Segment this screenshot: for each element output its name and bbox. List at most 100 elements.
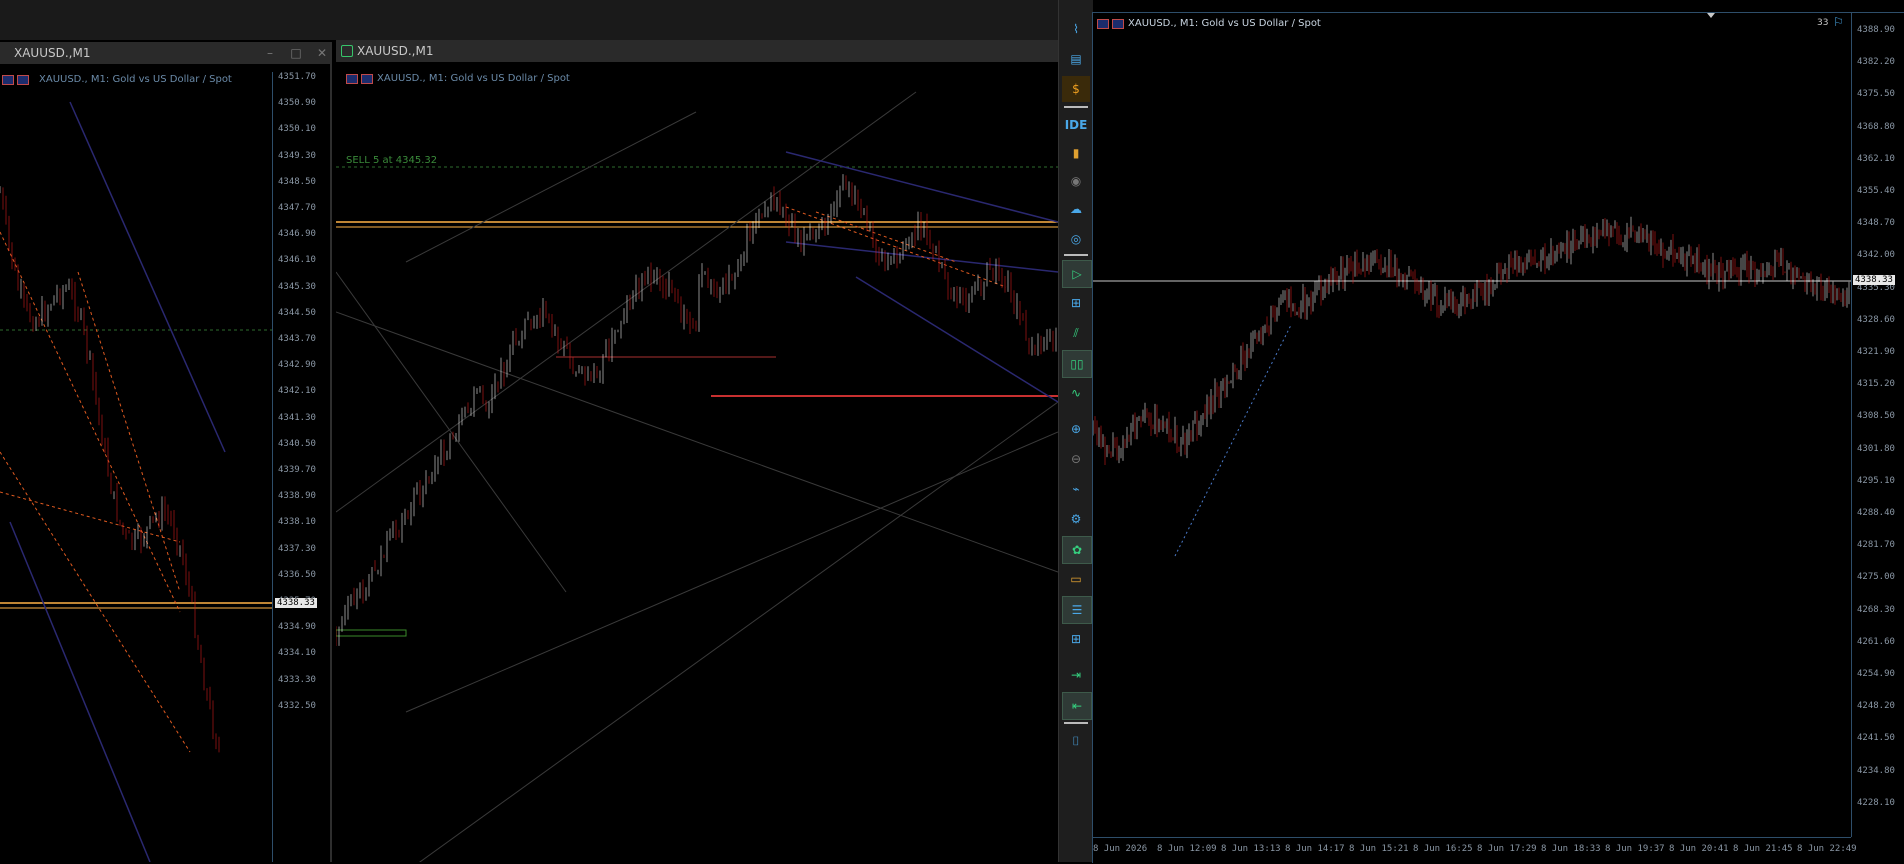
- price-tick-label: 4254.90: [1857, 669, 1895, 679]
- shift-right-icon[interactable]: ⇥: [1062, 662, 1090, 688]
- price-tick-label: 4362.10: [1857, 153, 1895, 164]
- price-tick-label: 4351.70: [278, 72, 316, 82]
- price-tick-label: 4375.50: [1857, 89, 1895, 100]
- price-tick-label: 4328.60: [1857, 314, 1895, 325]
- line-chart-icon[interactable]: ⌇: [1062, 16, 1090, 42]
- time-tick-label: 8 Jun 2026: [1093, 844, 1148, 854]
- zoom-out-icon[interactable]: ⊖: [1062, 446, 1090, 472]
- time-tick-label: 8 Jun 19:37: [1605, 844, 1665, 854]
- price-tick-label: 4342.00: [1857, 250, 1895, 261]
- price-tick-label: 4321.90: [1857, 347, 1895, 357]
- price-tick-label: 4336.50: [278, 569, 316, 580]
- chart-window-middle[interactable]: XAUUSD.,M1 XAUUSD., M1: Gold vs US Dolla…: [336, 40, 1058, 862]
- new-chart-icon[interactable]: ⊞: [1062, 290, 1090, 316]
- price-tick-label: 4382.20: [1857, 57, 1895, 68]
- price-tick-label: 4346.10: [278, 255, 316, 266]
- price-tick-label: 4350.90: [278, 98, 316, 109]
- folder-icon[interactable]: ▭: [1062, 566, 1090, 592]
- price-tick-label: 4346.90: [278, 229, 316, 240]
- candles-icon[interactable]: ▯▯: [1062, 350, 1092, 378]
- price-tick-label: 4344.50: [278, 307, 316, 318]
- vertical-toolbar: ⌇ ▤ $ IDE ▮ ◉ ☁ ◎ ▷ ⊞ ⫽ ▯▯ ∿ ⊕ ⊖ ⌁ ⚙ ✿ ▭…: [1058, 0, 1093, 862]
- price-tick-label: 4340.50: [278, 438, 316, 449]
- price-chart-middle[interactable]: [336, 72, 1058, 862]
- price-tick-label: 4275.00: [1857, 572, 1895, 583]
- settings-icon[interactable]: ⚙: [1062, 506, 1090, 532]
- time-tick-label: 8 Jun 20:41: [1669, 844, 1729, 854]
- price-tick-label: 4288.40: [1857, 508, 1895, 518]
- price-tick-label: 4308.50: [1857, 411, 1895, 422]
- time-tick-label: 8 Jun 21:45: [1733, 844, 1793, 854]
- maximize-button[interactable]: □: [288, 42, 304, 64]
- price-tick-label: 4339.70: [278, 465, 316, 475]
- time-tick-label: 8 Jun 16:25: [1413, 844, 1473, 854]
- price-tick-label: 4349.30: [278, 150, 316, 161]
- toolbar-separator: [1064, 722, 1088, 724]
- price-axis-right: 4388.90 4382.20 4375.50 4368.80 4362.10 4355.…: [1851, 13, 1904, 837]
- chart-window-right[interactable]: XAUUSD., M1: Gold vs US Dollar / Spot 33…: [1092, 12, 1904, 863]
- time-tick-label: 8 Jun 12:09: [1157, 844, 1217, 854]
- ide-button[interactable]: IDE: [1062, 112, 1090, 138]
- vps-icon[interactable]: ◎: [1062, 226, 1090, 252]
- time-tick-label: 8 Jun 15:21: [1349, 844, 1409, 854]
- price-tick-label: 4334.10: [278, 648, 316, 659]
- chart-window-icon: [341, 45, 353, 57]
- tile-icon[interactable]: ⊞: [1062, 626, 1090, 652]
- chart-window-left[interactable]: XAUUSD.,M1 – □ ✕ XAUUSD., M1: Gold vs US…: [0, 42, 332, 862]
- price-tick-label: 4338.90: [278, 491, 316, 502]
- tick-chart-icon[interactable]: ⫽: [1062, 320, 1090, 346]
- candlestick-series: [0, 186, 220, 753]
- top-strip: [0, 0, 1058, 40]
- zoom-in-icon[interactable]: ⊕: [1062, 416, 1090, 442]
- chart-title: XAUUSD.,M1: [357, 44, 434, 58]
- expert-icon[interactable]: ✿: [1062, 536, 1092, 564]
- time-tick-label: 8 Jun 18:33: [1541, 844, 1601, 854]
- chart-title: XAUUSD.,M1: [14, 46, 91, 60]
- toolbar-separator: [1064, 106, 1088, 108]
- price-tick-label: 4248.20: [1857, 701, 1895, 712]
- price-tick-label: 4234.80: [1857, 765, 1895, 776]
- play-icon[interactable]: ▷: [1062, 260, 1092, 288]
- price-tick-label: 4342.10: [278, 386, 316, 397]
- line-icon[interactable]: ∿: [1062, 380, 1090, 406]
- price-tick-label: 4388.90: [1857, 25, 1895, 35]
- shopping-bag-icon[interactable]: ▮: [1062, 140, 1090, 166]
- time-tick-label: 8 Jun 17:29: [1477, 844, 1537, 854]
- price-tick-label: 4368.80: [1857, 121, 1895, 132]
- indicators-icon[interactable]: ⌁: [1062, 476, 1090, 502]
- signal-icon[interactable]: ◉: [1062, 168, 1090, 194]
- price-chart-right[interactable]: [1093, 13, 1851, 837]
- price-tick-label: 4343.70: [278, 334, 316, 344]
- price-tick-label: 4345.30: [278, 281, 316, 292]
- time-tick-label: 8 Jun 14:17: [1285, 844, 1345, 854]
- price-tick-label: 4261.60: [1857, 636, 1895, 647]
- news-icon[interactable]: ▤: [1062, 46, 1090, 72]
- price-tick-label: 4295.10: [1857, 475, 1895, 486]
- dollar-icon[interactable]: $: [1062, 76, 1090, 102]
- price-axis-left: 4351.70 4350.90 4350.10 4349.30 4348.50 4347.…: [272, 72, 329, 862]
- time-tick-label: 8 Jun 22:49: [1797, 844, 1857, 854]
- price-series: [1093, 216, 1850, 466]
- time-axis: 8 Jun 2026 8 Jun 12:09 8 Jun 13:13 8 Jun 14…: [1093, 837, 1857, 864]
- screenshot-icon[interactable]: ⌷: [1062, 728, 1090, 754]
- close-button[interactable]: ✕: [314, 42, 330, 64]
- price-tick-label: 4241.50: [1857, 733, 1895, 744]
- autoscroll-icon[interactable]: ⇤: [1062, 692, 1092, 720]
- price-chart-left[interactable]: [0, 72, 272, 862]
- price-tick-label: 4341.30: [278, 412, 316, 423]
- template-icon[interactable]: ☰: [1062, 596, 1092, 624]
- price-tick-label: 4332.50: [278, 700, 316, 711]
- cloud-icon[interactable]: ☁: [1062, 196, 1090, 222]
- price-tick-label: 4228.10: [1857, 797, 1895, 808]
- price-tick-label: 4338.10: [278, 517, 316, 528]
- window-titlebar[interactable]: XAUUSD.,M1: [336, 40, 1058, 62]
- price-tick-label: 4348.70: [1857, 218, 1895, 229]
- window-titlebar[interactable]: XAUUSD.,M1 – □ ✕: [0, 42, 330, 64]
- price-tick-label: 4268.30: [1857, 604, 1895, 615]
- price-tick-label: 4334.90: [278, 622, 316, 633]
- current-price-label: 4338.33: [1853, 275, 1895, 285]
- current-price-label: 4338.33: [275, 598, 317, 608]
- candlestick-series: [336, 174, 1057, 646]
- time-tick-label: 8 Jun 13:13: [1221, 844, 1281, 854]
- minimize-button[interactable]: –: [262, 42, 278, 64]
